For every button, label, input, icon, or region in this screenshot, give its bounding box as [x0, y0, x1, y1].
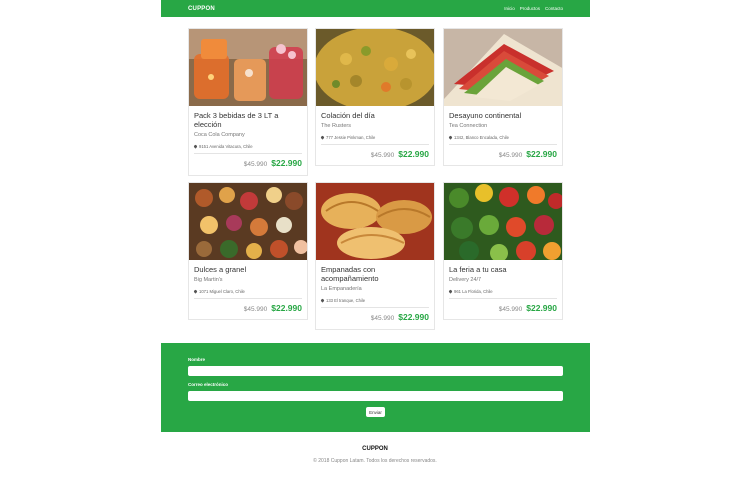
- card-divider: [449, 144, 557, 145]
- discount-price: $22.990: [526, 149, 557, 159]
- product-image-sweets: [189, 183, 307, 260]
- product-title: Dulces a granel: [194, 265, 247, 274]
- product-title: La feria a tu casa: [449, 265, 507, 274]
- nav-links: Inicio Productos Contacto: [504, 6, 563, 11]
- card-divider: [321, 144, 429, 145]
- product-address: 9151 Avenida Vitacura, Chile: [193, 144, 302, 149]
- product-company: The Rusters: [321, 123, 351, 129]
- original-price: $45.990: [498, 306, 523, 313]
- name-label: Nombre: [188, 357, 206, 362]
- product-title: Pack 3 bebidas de 3 LT a elección: [194, 111, 279, 129]
- product-address: 1071 Miguel Claro, Chile: [193, 289, 302, 294]
- price-row: $45.990 $22.990: [321, 149, 429, 159]
- product-image-drinks: [189, 29, 307, 106]
- product-image-curry: [316, 29, 434, 106]
- original-price: $45.990: [498, 152, 523, 159]
- product-address: 777 Jessie Pinkman, Chile: [320, 135, 429, 140]
- original-price: $45.990: [243, 306, 268, 313]
- product-image-empanadas: [316, 183, 434, 260]
- price-row: $45.990 $22.990: [194, 158, 302, 168]
- product-address: 961 La Florida, Chile: [448, 289, 557, 294]
- location-pin-icon: [193, 144, 198, 149]
- product-title: Empanadas con acompañamiento: [321, 265, 379, 283]
- product-card[interactable]: Pack 3 bebidas de 3 LT a elección Coca C…: [188, 28, 308, 176]
- email-label: Correo electrónico: [188, 382, 229, 387]
- contact-form: Nombre Correo electrónico: [161, 343, 590, 432]
- name-field[interactable]: [188, 366, 563, 376]
- product-card[interactable]: La feria a tu casa Delivery 24/7 961 La …: [443, 182, 563, 320]
- product-company: Delivery 24/7: [449, 277, 482, 283]
- discount-price: $22.990: [271, 158, 302, 168]
- product-title: Colación del día: [321, 111, 375, 120]
- price-row: $45.990 $22.990: [194, 303, 302, 313]
- submit-button[interactable]: Enviar: [366, 407, 385, 417]
- price-row: $45.990 $22.990: [449, 149, 557, 159]
- original-price: $45.990: [243, 161, 268, 168]
- footer-copyright: © 2018 Cuppon Latam. Todos los derechos …: [313, 458, 437, 464]
- original-price: $45.990: [370, 315, 395, 322]
- location-pin-icon: [448, 289, 453, 294]
- product-image-vegetables: [444, 183, 562, 260]
- discount-price: $22.990: [526, 303, 557, 313]
- product-card[interactable]: Desayuno continental Tea Connection 1342…: [443, 28, 563, 166]
- product-company: Coca Cola Company: [194, 132, 245, 138]
- page-frame: CUPPON Inicio Productos Contacto: [161, 0, 590, 17]
- product-image-sandwich: [444, 29, 562, 106]
- email-field[interactable]: [188, 391, 563, 401]
- product-company: Tea Connection: [449, 123, 488, 129]
- location-pin-icon: [320, 135, 325, 140]
- product-card[interactable]: Dulces a granel Big Martin's 1071 Miguel…: [188, 182, 308, 320]
- original-price: $45.990: [370, 152, 395, 159]
- product-company: Big Martin's: [194, 277, 223, 283]
- location-pin-icon: [448, 135, 453, 140]
- brand-logo[interactable]: CUPPON: [188, 6, 215, 12]
- card-divider: [194, 153, 302, 154]
- location-pin-icon: [193, 289, 198, 294]
- product-address: 133 El tranque, Chile: [320, 298, 429, 303]
- discount-price: $22.990: [398, 149, 429, 159]
- discount-price: $22.990: [398, 312, 429, 322]
- location-pin-icon: [320, 298, 325, 303]
- product-title: Desayuno continental: [449, 111, 522, 120]
- card-divider: [194, 298, 302, 299]
- product-company: La Empanadería: [321, 286, 362, 292]
- footer-brand: CUPPON: [362, 446, 388, 452]
- nav-link-productos[interactable]: Productos: [520, 6, 540, 11]
- product-card[interactable]: Colación del día The Rusters 777 Jessie …: [315, 28, 435, 166]
- card-divider: [449, 298, 557, 299]
- discount-price: $22.990: [271, 303, 302, 313]
- card-divider: [321, 307, 429, 308]
- nav-link-contacto[interactable]: Contacto: [545, 6, 563, 11]
- price-row: $45.990 $22.990: [321, 312, 429, 322]
- nav-link-inicio[interactable]: Inicio: [504, 6, 515, 11]
- price-row: $45.990 $22.990: [449, 303, 557, 313]
- product-card[interactable]: Empanadas con acompañamiento La Empanade…: [315, 182, 435, 330]
- navbar: CUPPON Inicio Productos Contacto: [161, 0, 590, 17]
- product-address: 1342, Blanco Encalada, Chile: [448, 135, 557, 140]
